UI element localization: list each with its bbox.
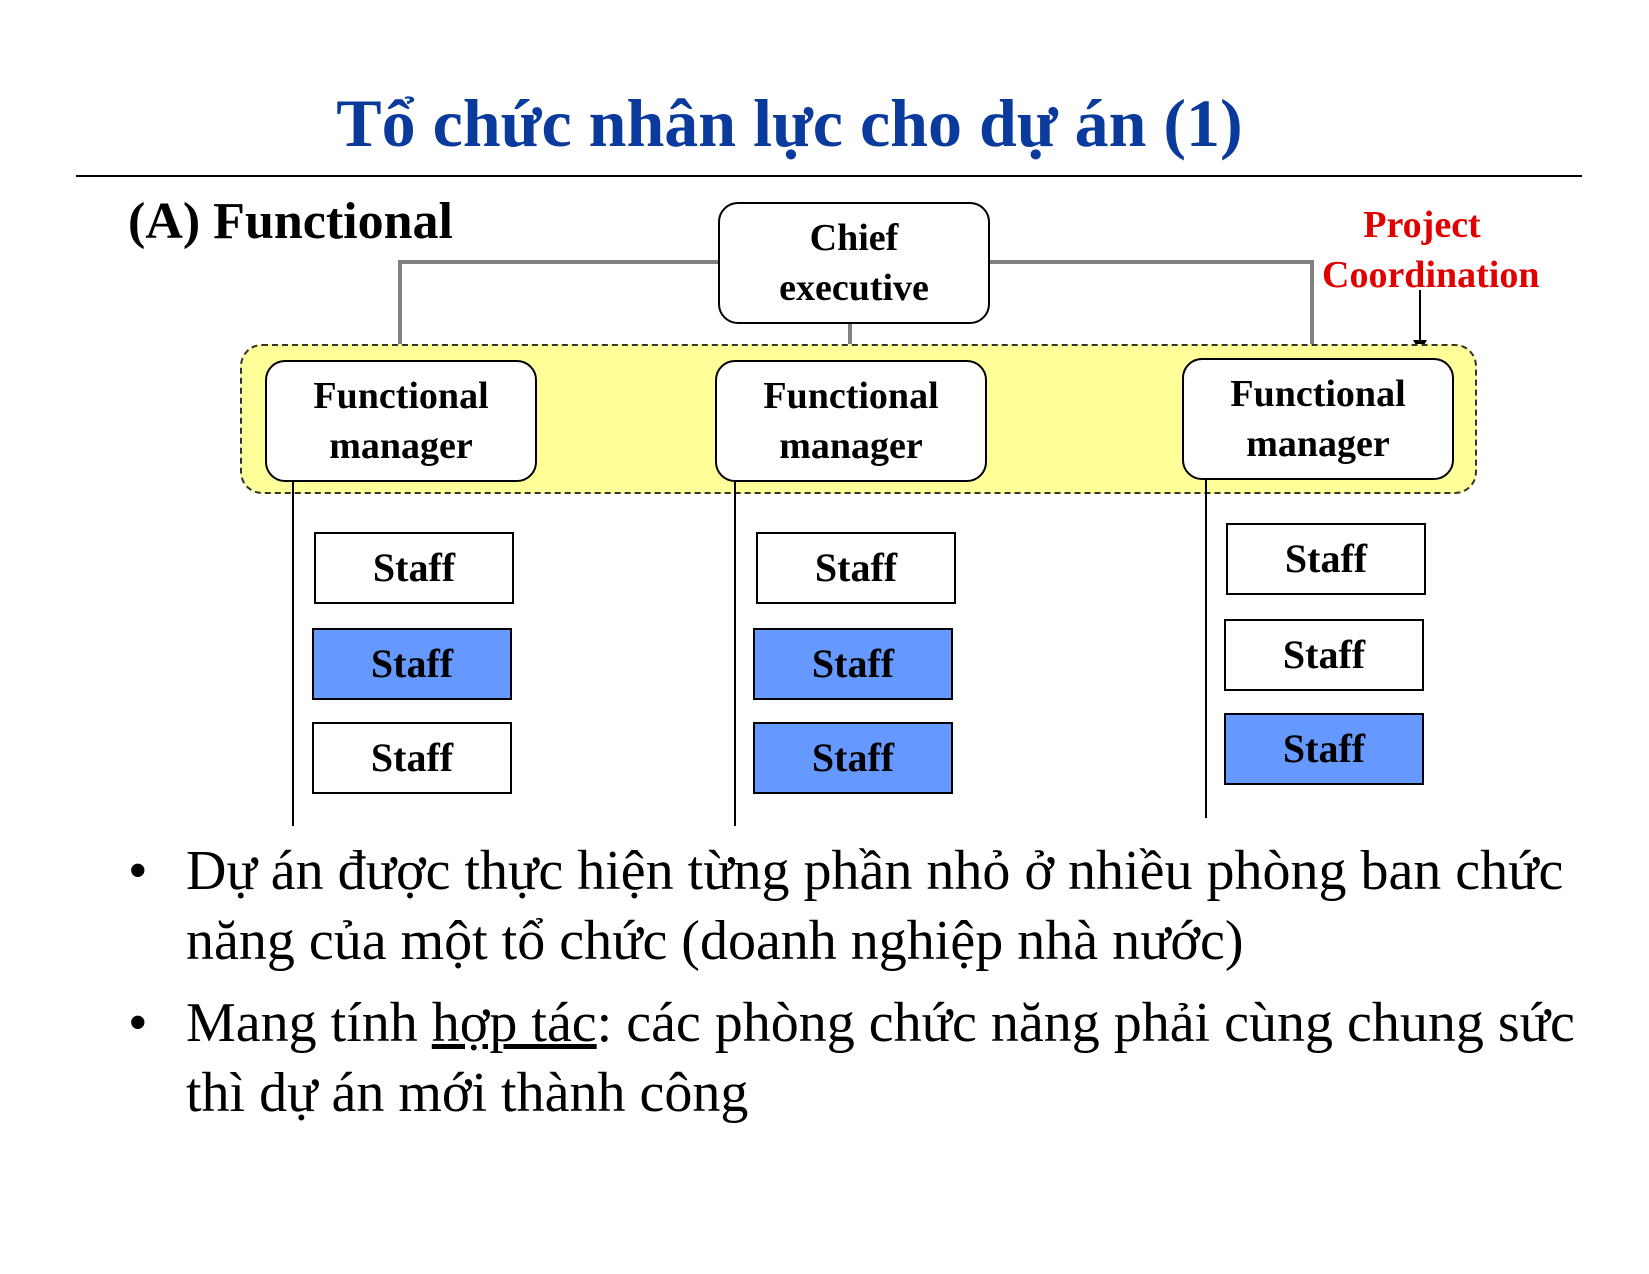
bullet-item: • Dự án được thực hiện từng phần nhỏ ở n… [120, 836, 1600, 976]
annotation-line-2: Coordination [1322, 254, 1540, 296]
functional-manager-node-1[interactable]: Functional manager [265, 360, 537, 482]
bullet-item: • Mang tính hợp tác: các phòng chức năng… [120, 988, 1600, 1128]
bullet-marker: • [128, 840, 148, 902]
underlined-term: hợp tác [431, 992, 597, 1054]
arrow-down-icon [1413, 290, 1427, 352]
connector-chief-right [986, 260, 1314, 264]
functional-manager-node-2[interactable]: Functional manager [715, 360, 987, 482]
staff-node[interactable]: Staff [753, 722, 953, 794]
staff-node[interactable]: Staff [314, 532, 514, 604]
staff-node[interactable]: Staff [753, 628, 953, 700]
staff-node[interactable]: Staff [312, 628, 512, 700]
staff-node[interactable]: Staff [756, 532, 956, 604]
department-line-1 [292, 482, 294, 826]
department-line-3 [1205, 480, 1207, 818]
bullet-marker: • [128, 992, 148, 1054]
section-heading: (A) Functional [128, 193, 453, 250]
functional-manager-node-3[interactable]: Functional manager [1182, 358, 1454, 480]
staff-node[interactable]: Staff [312, 722, 512, 794]
chief-executive-node[interactable]: Chief executive [718, 202, 990, 324]
annotation-line-1: Project [1363, 204, 1481, 246]
staff-node[interactable]: Staff [1224, 619, 1424, 691]
slide-title: Tổ chức nhân lực cho dự án (1) [336, 85, 1243, 161]
bullet-list: • Dự án được thực hiện từng phần nhỏ ở n… [120, 836, 1600, 1140]
department-line-2 [734, 482, 736, 826]
staff-node[interactable]: Staff [1224, 713, 1424, 785]
project-coordination-label: Project Coordination [1322, 200, 1540, 300]
connector-chief-left [398, 260, 718, 264]
staff-node[interactable]: Staff [1226, 523, 1426, 595]
title-divider [76, 175, 1582, 177]
